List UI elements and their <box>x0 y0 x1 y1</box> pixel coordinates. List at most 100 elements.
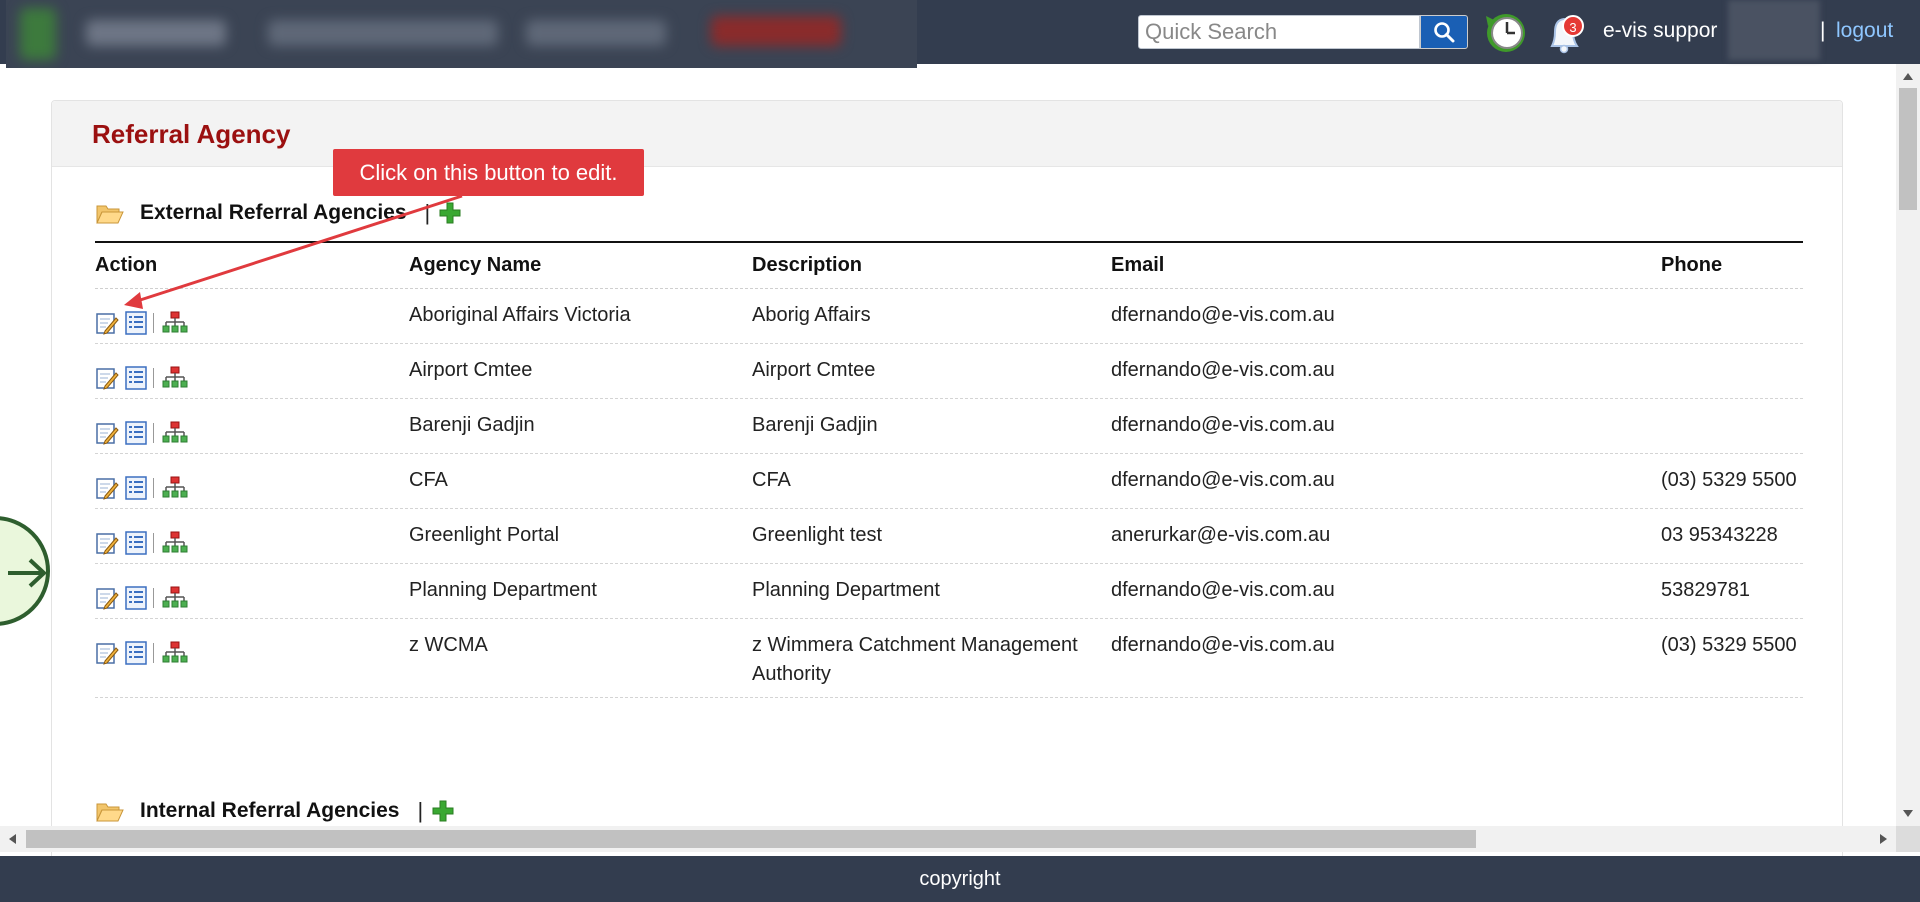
action-separator <box>153 368 154 388</box>
hierarchy-icon[interactable] <box>162 476 188 500</box>
phone-cell: (03) 5329 5500 <box>1661 469 1797 491</box>
table-row: Barenji Gadjin Barenji Gadjin dfernando@e-… <box>95 399 1803 454</box>
scroll-down-arrow-icon[interactable] <box>1903 810 1913 818</box>
hierarchy-button[interactable] <box>162 311 188 335</box>
vertical-scrollbar-thumb[interactable] <box>1899 88 1917 210</box>
hierarchy-button[interactable] <box>162 586 188 610</box>
phone-cell: (03) 5329 5500 <box>1661 634 1797 656</box>
scroll-left-arrow-icon[interactable] <box>8 834 16 844</box>
email-cell: dfernando@e-vis.com.au <box>1111 304 1335 326</box>
agency-name-cell: Planning Department <box>409 579 597 601</box>
table-row: CFA CFA dfernando@e-vis.com.au (03) 5329 55… <box>95 454 1803 509</box>
edit-button[interactable] <box>95 366 119 390</box>
list-details-icon[interactable] <box>125 366 147 390</box>
details-button[interactable] <box>125 366 147 390</box>
hierarchy-icon[interactable] <box>162 311 188 335</box>
hierarchy-icon[interactable] <box>162 421 188 445</box>
list-details-icon[interactable] <box>125 476 147 500</box>
side-expand-toggle[interactable] <box>0 516 50 626</box>
history-clock-icon[interactable] <box>1482 8 1530 56</box>
edit-icon[interactable] <box>95 476 119 500</box>
phone-cell: 53829781 <box>1661 579 1750 601</box>
hierarchy-icon[interactable] <box>162 586 188 610</box>
edit-button[interactable] <box>95 421 119 445</box>
list-details-icon[interactable] <box>125 641 147 665</box>
add-internal-agency-button[interactable] <box>431 799 455 823</box>
edit-icon[interactable] <box>95 311 119 335</box>
phone-cell <box>1661 289 1803 309</box>
edit-button[interactable] <box>95 311 119 335</box>
edit-button[interactable] <box>95 586 119 610</box>
quick-search-input[interactable] <box>1139 16 1419 48</box>
agency-name-cell: Greenlight Portal <box>409 524 560 546</box>
action-separator <box>153 643 154 663</box>
description-cell: Aborig Affairs <box>752 304 871 326</box>
details-button[interactable] <box>125 421 147 445</box>
hierarchy-icon[interactable] <box>162 366 188 390</box>
arrow-right-icon <box>8 558 47 588</box>
hierarchy-icon[interactable] <box>162 641 188 665</box>
table-row: Planning Department Planning Department df… <box>95 564 1803 619</box>
description-cell: Airport Cmtee <box>752 359 876 381</box>
row-actions <box>95 344 409 398</box>
scroll-right-arrow-icon[interactable] <box>1880 834 1888 844</box>
details-button[interactable] <box>125 476 147 500</box>
list-details-icon[interactable] <box>125 531 147 555</box>
top-navigation-bar: 3 e-vis suppor | logout <box>0 0 1920 68</box>
details-button[interactable] <box>125 531 147 555</box>
description-cell: Planning Department <box>752 579 940 601</box>
row-actions <box>95 564 409 618</box>
scroll-up-arrow-icon[interactable] <box>1903 72 1913 80</box>
vertical-scrollbar[interactable] <box>1896 64 1920 826</box>
edit-icon[interactable] <box>95 421 119 445</box>
email-cell: dfernando@e-vis.com.au <box>1111 414 1335 436</box>
email-cell: dfernando@e-vis.com.au <box>1111 469 1335 491</box>
details-button[interactable] <box>125 311 147 335</box>
search-button[interactable] <box>1420 15 1468 49</box>
logout-link[interactable]: logout <box>1836 19 1893 43</box>
edit-icon[interactable] <box>95 531 119 555</box>
table-row: Greenlight Portal Greenlight test anerurka… <box>95 509 1803 564</box>
hierarchy-button[interactable] <box>162 366 188 390</box>
external-section-title: External Referral Agencies <box>140 201 407 224</box>
hierarchy-icon[interactable] <box>162 531 188 555</box>
table-row: Airport Cmtee Airport Cmtee dfernando@e-vi… <box>95 344 1803 399</box>
notifications-button[interactable]: 3 <box>1542 10 1592 56</box>
hierarchy-button[interactable] <box>162 421 188 445</box>
details-button[interactable] <box>125 586 147 610</box>
column-header-email: Email <box>1111 254 1165 276</box>
row-actions <box>95 289 409 343</box>
horizontal-scrollbar-thumb[interactable] <box>26 830 1476 848</box>
list-details-icon[interactable] <box>125 586 147 610</box>
add-external-agency-button[interactable] <box>438 201 462 225</box>
edit-icon[interactable] <box>95 366 119 390</box>
quick-search-box <box>1138 15 1420 49</box>
description-cell: Greenlight test <box>752 524 883 546</box>
hierarchy-button[interactable] <box>162 531 188 555</box>
blurred-navigation-menu <box>6 0 917 68</box>
internal-section-title: Internal Referral Agencies <box>140 799 400 822</box>
action-separator <box>153 478 154 498</box>
user-name[interactable]: e-vis suppor <box>1603 19 1717 43</box>
edit-button[interactable] <box>95 641 119 665</box>
action-separator <box>153 423 154 443</box>
details-button[interactable] <box>125 641 147 665</box>
table-body: Aboriginal Affairs Victoria Aborig Affair… <box>95 289 1803 698</box>
edit-button[interactable] <box>95 476 119 500</box>
table-row: Aboriginal Affairs Victoria Aborig Affair… <box>95 289 1803 344</box>
referral-agency-panel: Referral Agency External Referral Agenci… <box>51 100 1843 860</box>
edit-icon[interactable] <box>95 586 119 610</box>
table-header-row: Action Agency Name Description Email Pho… <box>95 241 1803 289</box>
search-icon <box>1434 22 1455 43</box>
column-header-agency-name: Agency Name <box>409 254 542 276</box>
list-details-icon[interactable] <box>125 421 147 445</box>
external-agencies-table: Action Agency Name Description Email Pho… <box>95 241 1803 698</box>
hierarchy-button[interactable] <box>162 641 188 665</box>
edit-icon[interactable] <box>95 641 119 665</box>
edit-button[interactable] <box>95 531 119 555</box>
horizontal-scrollbar[interactable] <box>0 826 1896 852</box>
row-actions <box>95 619 409 673</box>
hierarchy-button[interactable] <box>162 476 188 500</box>
agency-name-cell: Airport Cmtee <box>409 359 533 381</box>
list-details-icon[interactable] <box>125 311 147 335</box>
